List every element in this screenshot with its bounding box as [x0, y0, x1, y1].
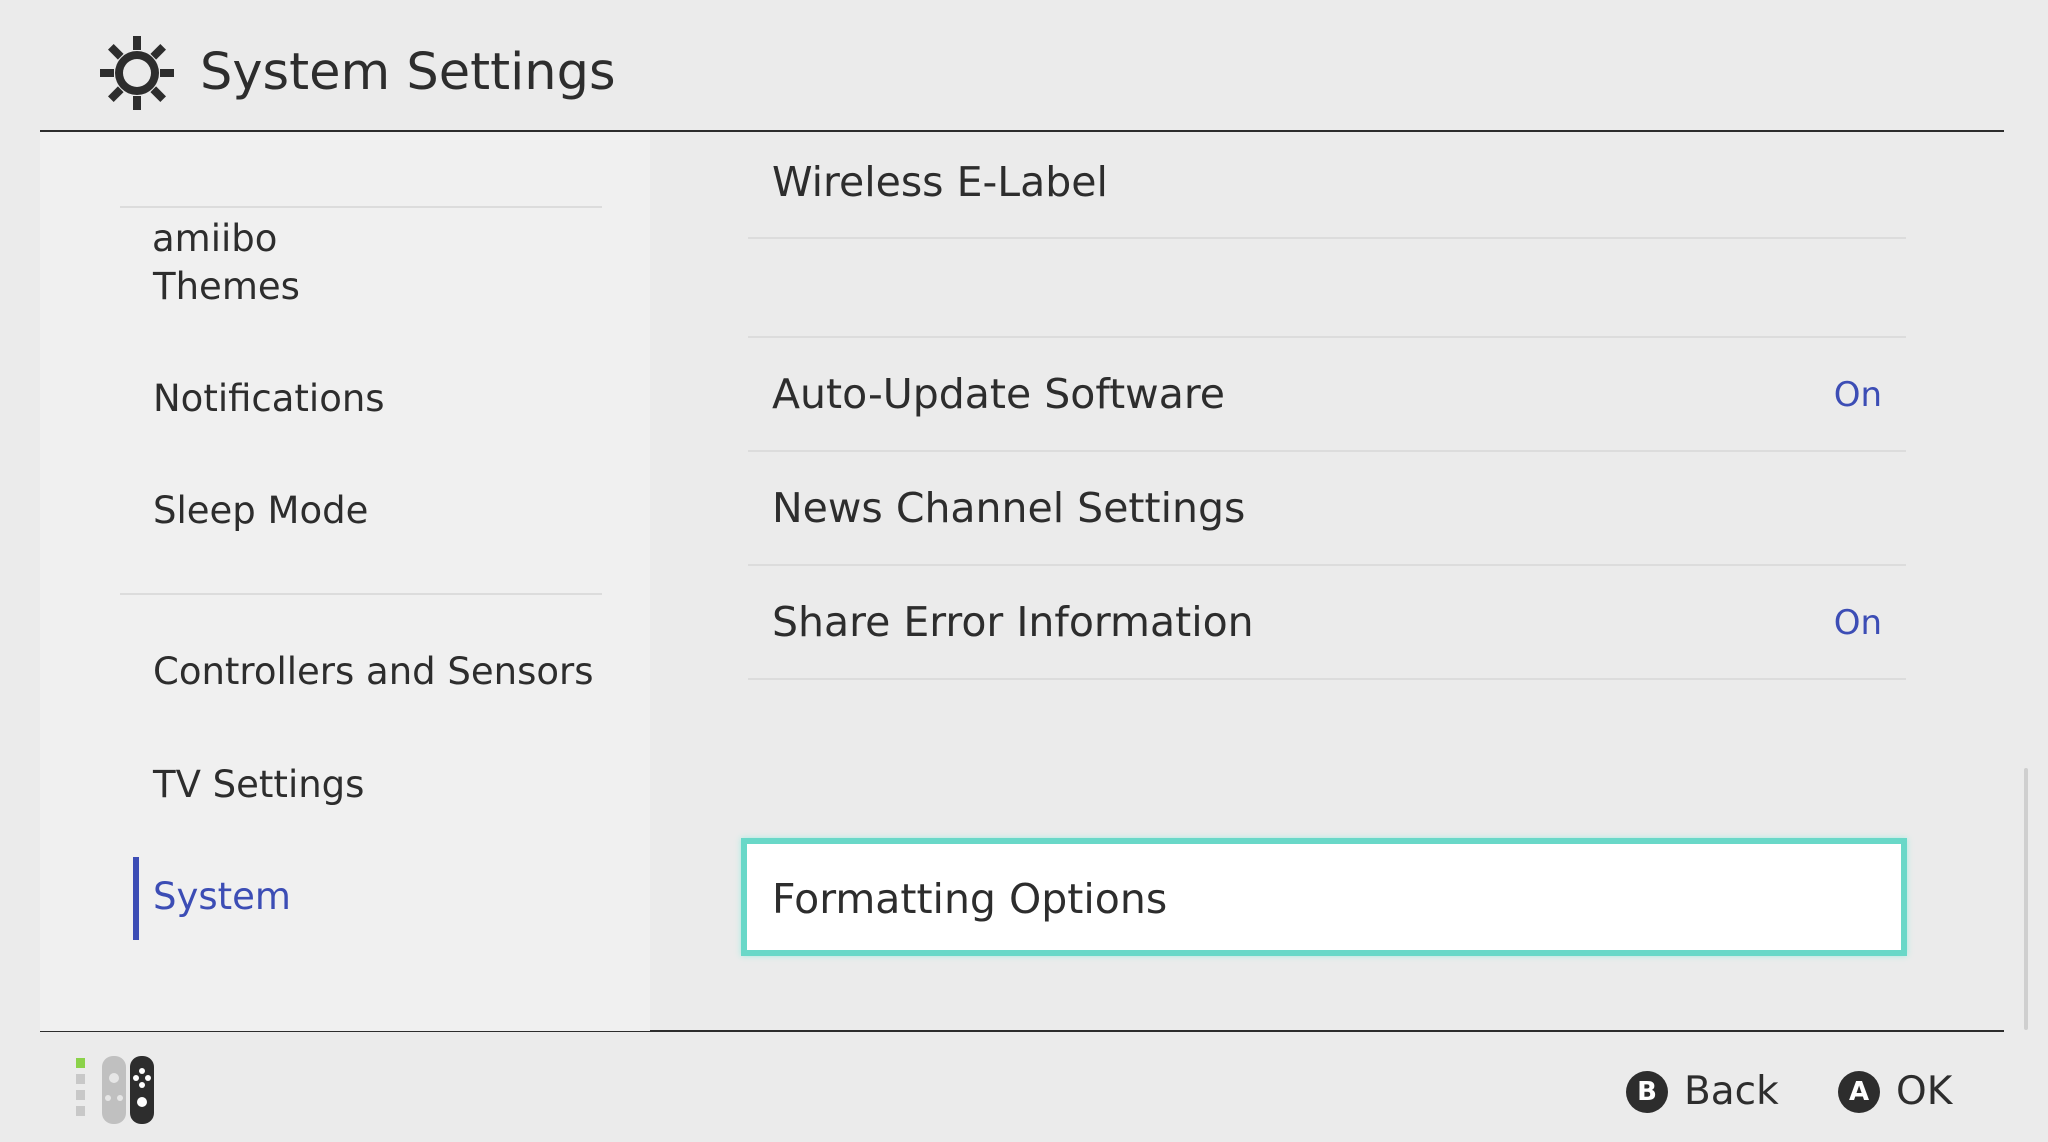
b-button-icon: B — [1626, 1071, 1668, 1113]
sidebar-active-indicator — [133, 857, 139, 940]
sidebar-item-system[interactable]: System — [153, 873, 291, 921]
sidebar-divider — [120, 206, 602, 208]
sidebar-item-amiibo[interactable]: amiibo — [152, 215, 277, 263]
a-button-icon: A — [1838, 1071, 1880, 1113]
share-error-information-value: On — [1833, 603, 1882, 643]
row-divider — [748, 450, 1906, 452]
sidebar-item-controllers-and-sensors[interactable]: Controllers and Sensors — [153, 648, 594, 696]
joycon-icon — [76, 1056, 154, 1124]
row-divider — [748, 564, 1906, 566]
row-divider — [748, 336, 1906, 338]
sidebar-item-themes[interactable]: Themes — [153, 263, 300, 311]
news-channel-settings-item[interactable]: News Channel Settings — [772, 481, 1245, 535]
header-divider — [40, 130, 2004, 132]
header: System Settings — [0, 0, 2048, 131]
back-button[interactable]: B Back — [1626, 1067, 1779, 1117]
sidebar-item-tv-settings[interactable]: TV Settings — [153, 761, 364, 809]
page-title: System Settings — [200, 43, 616, 102]
formatting-options-label: Formatting Options — [772, 875, 1168, 923]
sidebar-item-notifications[interactable]: Notifications — [153, 375, 385, 423]
wireless-e-label-item[interactable]: Wireless E-Label — [772, 155, 1108, 209]
row-divider — [748, 678, 1906, 680]
ok-label: OK — [1896, 1069, 1953, 1114]
auto-update-software-value: On — [1833, 375, 1882, 415]
sidebar: amiibo Themes Notifications Sleep Mode C… — [40, 131, 650, 1031]
auto-update-software-item[interactable]: Auto-Update Software — [772, 367, 1225, 421]
back-label: Back — [1684, 1069, 1779, 1114]
scrollbar[interactable] — [2024, 768, 2028, 1030]
sidebar-divider — [120, 593, 602, 595]
ok-button[interactable]: A OK — [1838, 1067, 1952, 1117]
sidebar-item-sleep-mode[interactable]: Sleep Mode — [153, 487, 368, 535]
gear-icon — [100, 36, 174, 110]
row-divider — [748, 237, 1906, 239]
share-error-information-item[interactable]: Share Error Information — [772, 595, 1254, 649]
